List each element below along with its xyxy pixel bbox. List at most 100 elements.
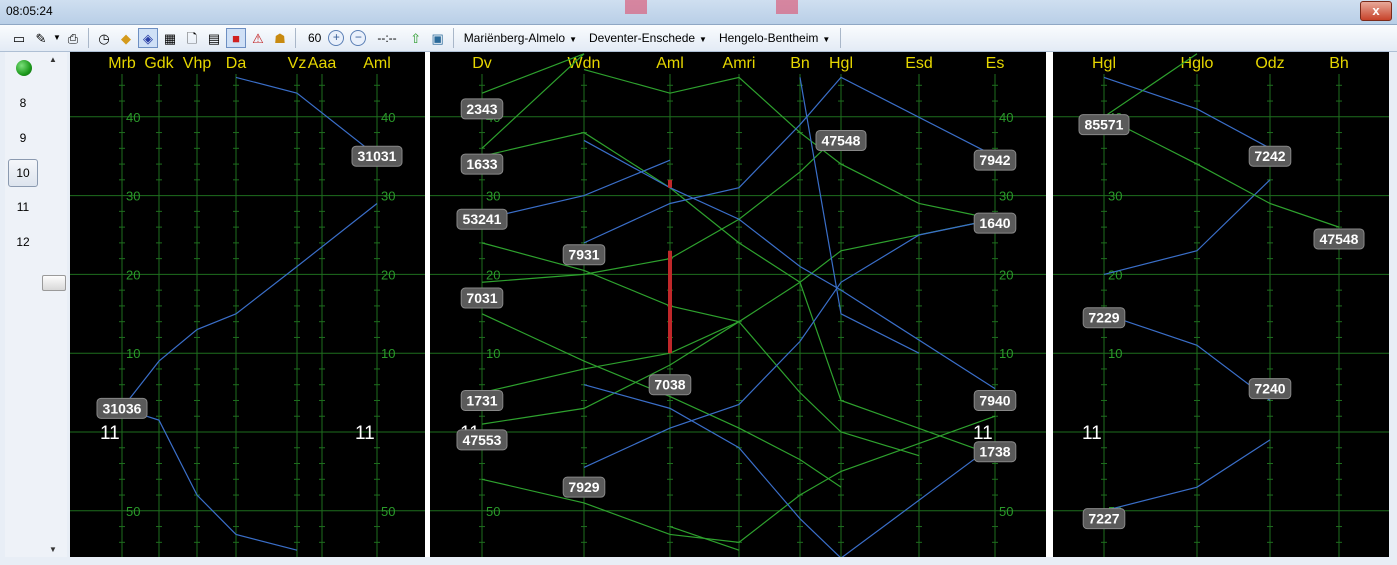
route-label: Mariënberg-Almelo [463, 31, 566, 45]
train-number-badge: 47553 [456, 429, 508, 451]
station-label: Bn [790, 55, 810, 72]
diamond-icon[interactable]: ◈ [138, 28, 158, 48]
train-number: 7940 [979, 392, 1010, 408]
arrow-up-icon[interactable]: ⇧ [406, 28, 426, 48]
train-number: 85571 [1085, 117, 1124, 133]
export-icon[interactable]: ▣ [428, 28, 448, 48]
train-path [799, 77, 920, 354]
route-dropdown-deventer-enschede[interactable]: Deventer-Enschede ▼ [589, 31, 707, 45]
time-input[interactable]: --:-- [377, 31, 396, 45]
train-number: 7929 [568, 479, 599, 495]
windows-icon[interactable]: ▭ [9, 28, 29, 48]
timetable-panel-deventer-enschede: DvWdnAmlAmriBnHglEsdEs403020101150403020… [430, 52, 1046, 557]
chevron-down-icon: ▼ [822, 35, 831, 44]
grid-icon[interactable]: ▦ [160, 28, 180, 48]
speed-value[interactable]: 60 [308, 31, 321, 45]
close-button[interactable]: x [1360, 1, 1392, 21]
train-number-badge: 7931 [562, 244, 606, 266]
minute-label: 50 [126, 504, 140, 519]
train-number: 7931 [568, 247, 599, 263]
minute-label: 50 [999, 504, 1013, 519]
train-path [1103, 116, 1340, 228]
scroll-down-icon[interactable]: ▼ [49, 545, 57, 554]
conflict-marker [668, 250, 672, 354]
train-number: 53241 [463, 211, 502, 227]
train-number: 47548 [822, 132, 861, 148]
new-doc-icon[interactable]: 🗋 [182, 28, 202, 48]
hour-8[interactable]: 8 [8, 90, 38, 116]
zoom-out-button[interactable]: − [350, 30, 367, 46]
train-path [583, 384, 996, 557]
clock-icon[interactable]: ◷ [94, 28, 114, 48]
train-number-badge: 47548 [1313, 228, 1365, 250]
station-label: Wdn [568, 55, 601, 72]
minute-label: 40 [999, 110, 1013, 125]
zoom-in-button[interactable]: + [328, 30, 345, 46]
train-number-badge: 7031 [460, 287, 504, 309]
print-icon[interactable]: ⎙ [63, 28, 83, 48]
hour-11[interactable]: 11 [8, 194, 38, 220]
brush-icon[interactable]: ✎ [31, 28, 51, 48]
chevron-down-icon[interactable]: ▼ [53, 28, 61, 48]
page-icon[interactable]: ▤ [204, 28, 224, 48]
train-number: 1640 [979, 215, 1010, 231]
hour-9[interactable]: 9 [8, 125, 38, 151]
record-icon[interactable]: ■ [226, 28, 246, 48]
toolbar-separator [295, 28, 296, 48]
station-label: Aml [656, 55, 684, 72]
hour-10[interactable]: 10 [8, 159, 38, 187]
minute-label: 50 [381, 504, 395, 519]
train-number-badge: 53241 [456, 208, 508, 230]
train-number-badge: 1640 [973, 212, 1017, 234]
station-label: Gdk [144, 55, 174, 72]
station-label: Es [986, 55, 1005, 72]
minute-label: 20 [126, 267, 140, 282]
train-number-badge: 1633 [460, 153, 504, 175]
train-path [1103, 439, 1271, 512]
train-number: 7038 [654, 377, 685, 393]
station-label: Da [226, 55, 247, 72]
timetable-chart: Mrb Gdk Vhp Da Vz Aaa Aml 40 30 20 10 11 50 40 30 20 10 1… [70, 55, 425, 557]
train-number-badge: 7929 [562, 476, 606, 498]
cube-icon[interactable]: ◆ [116, 28, 136, 48]
layers-icon[interactable]: ☗ [270, 28, 290, 48]
panel-divider [1046, 52, 1053, 557]
scrollbar-thumb[interactable] [42, 275, 66, 291]
train-number: 1738 [979, 444, 1010, 460]
minute-label: 30 [381, 189, 395, 204]
status-ok-icon [16, 60, 32, 76]
train-number-badge: 31036 [96, 397, 148, 419]
train-number-badge: 7227 [1082, 508, 1126, 530]
route-dropdown-hengelo-bentheim[interactable]: Hengelo-Bentheim ▼ [719, 31, 830, 45]
timetable-chart: DvWdnAmlAmriBnHglEsdEs403020101150403020… [430, 53, 1046, 557]
vertical-scrollbar[interactable]: ▲ ▼ [41, 52, 67, 557]
train-number-badge: 7942 [973, 149, 1017, 171]
minute-label: 10 [486, 346, 500, 361]
toolbar-separator [88, 28, 89, 48]
train-number-badge: 7038 [648, 374, 692, 396]
warning-icon[interactable]: ⚠ [248, 28, 268, 48]
grid [430, 74, 1046, 557]
train-number: 7242 [1254, 148, 1285, 164]
timetable-chart: HglHgloOdzBh4030201011508557172424754872… [1053, 53, 1389, 557]
minute-label: 30 [999, 189, 1013, 204]
train-number-badge: 47548 [815, 129, 867, 151]
train-number: 2343 [466, 101, 497, 117]
hour-selector: 8 9 10 11 12 [5, 52, 41, 557]
titlebar-decoration [776, 0, 798, 14]
train-number: 7942 [979, 152, 1010, 168]
title-bar: 08:05:24 x [0, 0, 1397, 25]
train-number: 1731 [466, 392, 497, 408]
scroll-up-icon[interactable]: ▲ [49, 55, 57, 64]
minute-label: 10 [1108, 346, 1122, 361]
hour-12[interactable]: 12 [8, 229, 38, 255]
hour-label: 11 [100, 423, 120, 444]
minute-label: 20 [999, 267, 1013, 282]
timetable-panel-marienberg-almelo: Mrb Gdk Vhp Da Vz Aaa Aml 40 30 20 10 11 50 40 30 20 10 1… [70, 52, 425, 557]
route-dropdown-marienberg-almelo[interactable]: Mariënberg-Almelo ▼ [464, 31, 577, 45]
station-label: Hglo [1181, 55, 1214, 72]
minute-label: 30 [486, 189, 500, 204]
station-label: Hgl [1092, 55, 1116, 72]
train-number-badge: 7940 [973, 389, 1017, 411]
train-number: 47553 [463, 432, 502, 448]
